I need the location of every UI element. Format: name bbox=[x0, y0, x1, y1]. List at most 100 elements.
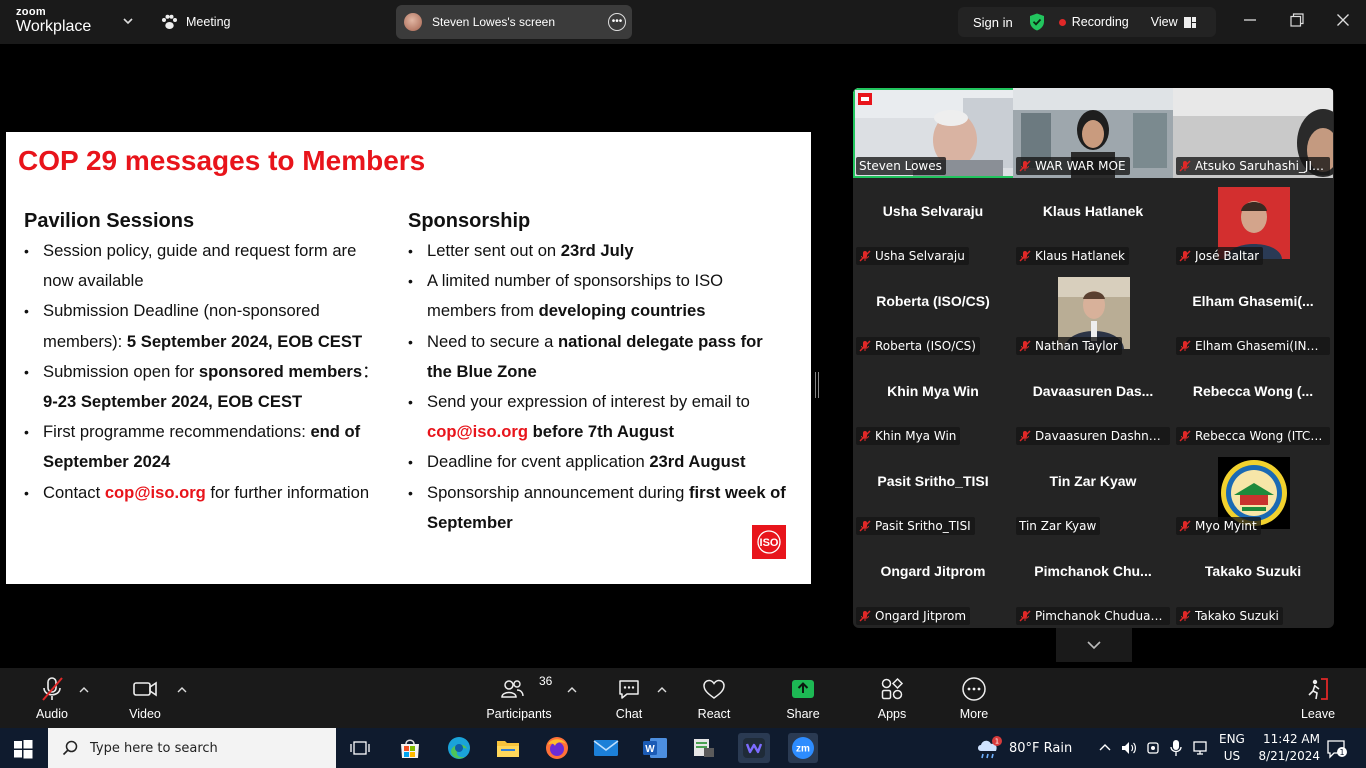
taskbar-search[interactable]: Type here to search bbox=[48, 728, 336, 768]
minimize-icon[interactable] bbox=[1242, 12, 1258, 28]
screen-share-indicator[interactable]: Steven Lowes's screen ••• bbox=[396, 5, 632, 39]
windows-start-icon[interactable] bbox=[12, 738, 34, 760]
meeting-menu-button[interactable]: Meeting bbox=[160, 10, 230, 34]
microsoft-store-icon[interactable] bbox=[396, 734, 424, 762]
chat-button[interactable]: Chat bbox=[610, 674, 648, 724]
more-button[interactable]: More bbox=[955, 674, 993, 724]
leave-icon bbox=[1308, 678, 1328, 700]
participant-tile[interactable]: Elham Ghasemi(... Elham Ghasemi(INSO,... bbox=[1173, 268, 1333, 358]
teams-like-app-icon[interactable] bbox=[738, 733, 770, 763]
chevron-up-icon[interactable] bbox=[657, 686, 667, 694]
recording-dot-icon bbox=[1058, 18, 1066, 26]
participant-name: Ongard Jitprom bbox=[880, 563, 986, 579]
participants-button[interactable]: 36 Participants bbox=[486, 674, 552, 724]
participant-tile[interactable]: Roberta (ISO/CS) Roberta (ISO/CS) bbox=[853, 268, 1013, 358]
participant-tile[interactable]: Pasit Sritho_TISI Pasit Sritho_TISI bbox=[853, 448, 1013, 538]
participant-name: Pasit Sritho_TISI bbox=[877, 473, 989, 489]
file-explorer-icon[interactable] bbox=[494, 734, 522, 762]
video-tile[interactable]: Steven Lowes bbox=[853, 88, 1013, 178]
list-item: Letter sent out on 23rd July bbox=[408, 236, 788, 266]
leave-button[interactable]: Leave bbox=[1300, 674, 1336, 724]
clock-time: 11:42 AM bbox=[1263, 732, 1320, 746]
name-tag: Usha Selvaraju bbox=[856, 247, 969, 265]
heart-icon bbox=[703, 679, 725, 699]
microphone-tray-icon[interactable] bbox=[1169, 739, 1183, 757]
word-icon[interactable]: W bbox=[641, 734, 669, 762]
apps-button[interactable]: Apps bbox=[873, 674, 911, 724]
participant-tile[interactable]: Klaus Hatlanek Klaus Hatlanek bbox=[1013, 178, 1173, 268]
system-clock[interactable]: 11:42 AM 8/21/2024 bbox=[1224, 731, 1320, 765]
pavilion-bullets: Session policy, guide and request form a… bbox=[24, 236, 384, 508]
name-tag: Rebecca Wong (ITCH... bbox=[1176, 427, 1330, 445]
chevron-up-icon[interactable] bbox=[567, 686, 577, 694]
share-label: Steven Lowes's screen bbox=[432, 15, 556, 29]
speaker-icon[interactable] bbox=[1120, 740, 1138, 756]
shield-check-icon[interactable] bbox=[1029, 13, 1045, 31]
participant-tile[interactable]: José Baltar bbox=[1173, 178, 1333, 268]
panel-resize-handle[interactable] bbox=[815, 372, 819, 398]
search-placeholder: Type here to search bbox=[90, 740, 218, 756]
weather-widget[interactable]: 1 80°F Rain bbox=[975, 728, 1072, 768]
paw-icon bbox=[162, 14, 177, 29]
list-item: Sponsorship announcement during first we… bbox=[408, 478, 788, 538]
video-tile[interactable]: WAR WAR MOE bbox=[1013, 88, 1173, 178]
people-icon bbox=[501, 680, 524, 698]
participant-tile[interactable]: Myo Myint bbox=[1173, 448, 1333, 538]
camera-icon bbox=[133, 681, 157, 697]
muted-mic-icon bbox=[42, 677, 63, 701]
participant-name: Khin Mya Win bbox=[887, 383, 979, 399]
muted-mic-icon bbox=[1019, 430, 1031, 442]
edge-browser-icon[interactable] bbox=[445, 734, 473, 762]
participant-tile[interactable]: Takako Suzuki Takako Suzuki bbox=[1173, 538, 1333, 628]
participant-tile[interactable]: Usha Selvaraju Usha Selvaraju bbox=[853, 178, 1013, 268]
list-item: Need to secure a national delegate pass … bbox=[408, 327, 788, 387]
svg-text:ISO: ISO bbox=[760, 537, 779, 549]
camera-tray-icon[interactable] bbox=[1145, 740, 1161, 756]
chevron-up-icon[interactable] bbox=[79, 686, 89, 694]
muted-mic-icon bbox=[1179, 610, 1191, 622]
participant-count: 36 bbox=[539, 674, 553, 688]
sign-in-link[interactable]: Sign in bbox=[973, 15, 1013, 30]
participant-name: Roberta (ISO/CS) bbox=[876, 293, 990, 309]
list-item: Submission open for sponsored members：9-… bbox=[24, 357, 384, 417]
more-options-icon[interactable]: ••• bbox=[608, 13, 626, 31]
video-tile[interactable]: Atsuko Saruhashi_JISC bbox=[1173, 88, 1333, 178]
notification-icon[interactable]: 1 bbox=[1326, 739, 1348, 759]
windows-taskbar: Type here to search W zm 1 80°F Rain ENG… bbox=[0, 728, 1366, 768]
sharer-avatar bbox=[404, 13, 422, 31]
name-tag: Elham Ghasemi(INSO,... bbox=[1176, 337, 1330, 355]
muted-mic-icon bbox=[859, 430, 871, 442]
clock-date: 8/21/2024 bbox=[1258, 749, 1320, 763]
chevron-up-icon[interactable] bbox=[177, 686, 187, 694]
share-screen-button[interactable]: Share bbox=[784, 674, 822, 724]
react-button[interactable]: React bbox=[694, 674, 734, 724]
participant-tile[interactable]: Pimchanok Chu... Pimchanok Chuduang... bbox=[1013, 538, 1173, 628]
name-tag: Pasit Sritho_TISI bbox=[856, 517, 975, 535]
mail-icon[interactable] bbox=[592, 734, 620, 762]
task-view-icon[interactable] bbox=[346, 734, 374, 762]
participant-tile[interactable]: Khin Mya Win Khin Mya Win bbox=[853, 358, 1013, 448]
restore-icon[interactable] bbox=[1289, 12, 1305, 28]
zoom-app-icon[interactable]: zm bbox=[788, 733, 818, 763]
view-button[interactable]: View bbox=[1151, 15, 1196, 29]
snipping-tool-icon[interactable] bbox=[690, 734, 718, 762]
network-icon[interactable] bbox=[1192, 740, 1208, 756]
participant-tile[interactable]: Ongard Jitprom Ongard Jitprom bbox=[853, 538, 1013, 628]
video-button[interactable]: Video bbox=[125, 674, 165, 724]
participant-tile[interactable]: Davaasuren Das... Davaasuren Dashnyam bbox=[1013, 358, 1173, 448]
participant-tile[interactable]: Tin Zar Kyaw Tin Zar Kyaw bbox=[1013, 448, 1173, 538]
chevron-up-icon[interactable] bbox=[1098, 742, 1112, 752]
participant-tile[interactable]: Nathan Taylor bbox=[1013, 268, 1173, 358]
name-tag: Khin Mya Win bbox=[856, 427, 961, 445]
chevron-down-icon[interactable] bbox=[122, 14, 134, 28]
audio-button[interactable]: Audio bbox=[32, 674, 72, 724]
list-item: Send your expression of interest by emai… bbox=[408, 387, 788, 447]
close-icon[interactable] bbox=[1335, 12, 1351, 28]
firefox-icon[interactable] bbox=[543, 734, 571, 762]
participant-tile[interactable]: Rebecca Wong (... Rebecca Wong (ITCH... bbox=[1173, 358, 1333, 448]
name-tag: Tin Zar Kyaw bbox=[1016, 517, 1101, 535]
gallery-next-page-button[interactable] bbox=[1056, 628, 1132, 662]
recording-indicator[interactable]: Recording bbox=[1058, 15, 1129, 29]
recording-label: Recording bbox=[1071, 15, 1129, 29]
muted-mic-icon bbox=[1179, 340, 1191, 352]
